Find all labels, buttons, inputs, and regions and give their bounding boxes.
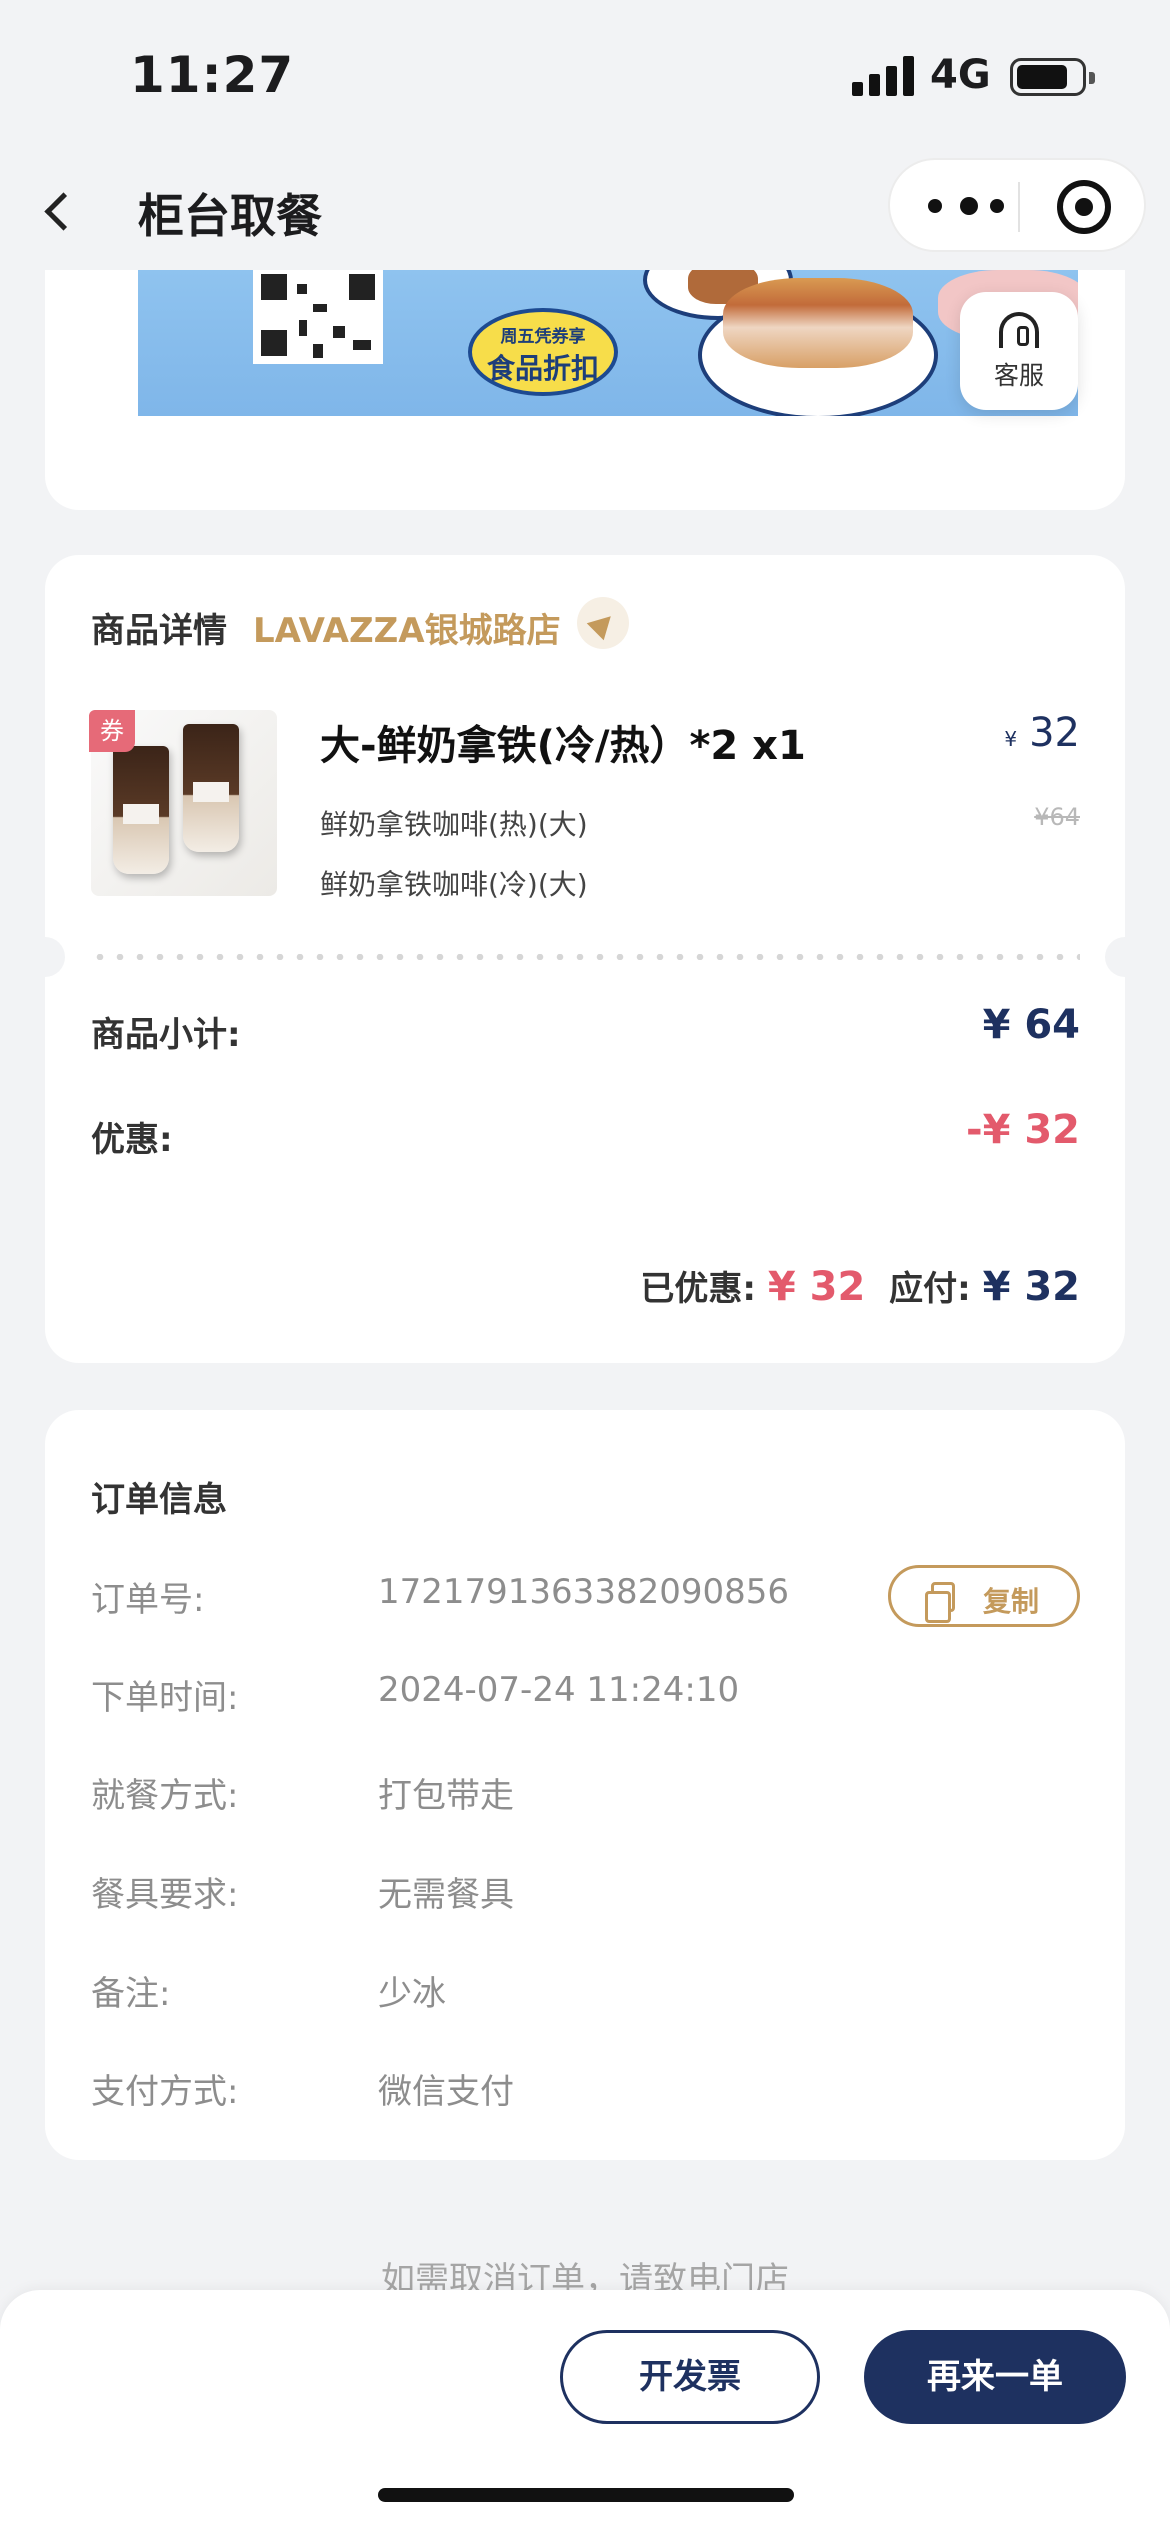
network-type: 4G [930, 52, 991, 98]
promo-badge-big-text: 食品折扣 [486, 352, 599, 385]
saved-value: ¥ 32 [767, 1264, 866, 1310]
cellular-signal-icon [852, 56, 916, 96]
qr-code-image [253, 270, 383, 364]
product-name: 大-鲜奶拿铁(冷/热）*2 x1 [320, 723, 806, 769]
reorder-button[interactable]: 再来一单 [864, 2330, 1126, 2424]
home-indicator [378, 2488, 794, 2502]
product-price: ¥32 [1004, 710, 1080, 756]
subtotal-label: 商品小计: [91, 1015, 241, 1055]
page-title: 柜台取餐 [138, 189, 322, 243]
capsule-divider [1018, 182, 1020, 232]
close-miniprogram-icon[interactable] [1057, 180, 1111, 234]
navigate-icon[interactable] [577, 597, 629, 649]
nav-bar: 柜台取餐 [0, 150, 1170, 270]
battery-icon [1010, 58, 1095, 96]
promo-badge: 周五凭券享 食品折扣 [468, 308, 618, 396]
ticket-notch-right [1105, 937, 1145, 977]
order-info-title: 订单信息 [91, 1480, 227, 1520]
store-name[interactable]: LAVAZZA银城路店 [253, 603, 561, 652]
croissant-sandwich-image [723, 278, 913, 368]
remark-value: 少冰 [378, 1974, 446, 2014]
status-bar: 11:27 4G [0, 0, 1170, 150]
order-number-label: 订单号: [91, 1580, 205, 1620]
payable-label: 应付: [889, 1269, 971, 1309]
order-number-value: 1721791363382090856 [378, 1572, 790, 1612]
ticket-notch-left [25, 937, 65, 977]
saved-label: 已优惠: [640, 1269, 757, 1309]
copy-label: 复制 [983, 1585, 1040, 1618]
copy-order-number-button[interactable]: 复制 [888, 1565, 1080, 1627]
remark-label: 备注: [91, 1974, 171, 2014]
customer-service-label: 客服 [993, 361, 1044, 390]
status-time: 11:27 [130, 46, 295, 104]
dining-method-value: 打包带走 [378, 1776, 514, 1816]
product-option: 鲜奶拿铁咖啡(冷)(大) [320, 868, 588, 901]
headset-icon [999, 312, 1039, 348]
dotted-divider [90, 954, 1080, 960]
back-arrow-icon[interactable] [40, 190, 80, 230]
subtotal-value: ¥ 64 [982, 1002, 1080, 1048]
discount-label: 优惠: [91, 1120, 173, 1160]
mini-program-capsule [888, 158, 1146, 252]
order-info-card: 订单信息 订单号: 1721791363382090856 复制 下单时间: 2… [45, 1410, 1125, 2160]
cutlery-value: 无需餐具 [378, 1875, 514, 1915]
dining-method-label: 就餐方式: [91, 1776, 239, 1816]
more-icon[interactable] [928, 190, 1008, 224]
currency-symbol: ¥ [1004, 727, 1018, 751]
customer-service-button[interactable]: 客服 [960, 292, 1078, 410]
product-details-card: 商品详情 LAVAZZA银城路店 券 大-鲜奶拿铁(冷/热）*2 x1 ¥32 … [25, 555, 1145, 1363]
payable-value: ¥ 32 [982, 1264, 1080, 1310]
promo-badge-small-text: 周五凭券享 [500, 327, 586, 347]
copy-icon [925, 1582, 955, 1623]
product-price-value: 32 [1029, 710, 1080, 756]
order-time-label: 下单时间: [91, 1678, 239, 1718]
product-option: 鲜奶拿铁咖啡(热)(大) [320, 808, 588, 841]
coupon-tag: 券 [89, 710, 135, 752]
payment-method-label: 支付方式: [91, 2072, 239, 2112]
invoice-button[interactable]: 开发票 [560, 2330, 820, 2424]
payment-summary: 已优惠: ¥ 32 应付: ¥ 32 [640, 1261, 1080, 1310]
cutlery-label: 餐具要求: [91, 1875, 239, 1915]
payment-method-value: 微信支付 [378, 2072, 514, 2112]
coffee-cup-image [183, 724, 239, 852]
coffee-cup-image [113, 746, 169, 874]
promo-banner[interactable]: 周五凭券享 食品折扣 [138, 270, 1078, 416]
product-section-title: 商品详情 [91, 611, 227, 651]
order-time-value: 2024-07-24 11:24:10 [378, 1670, 740, 1710]
discount-value: -¥ 32 [965, 1107, 1080, 1153]
original-price: ¥64 [1034, 803, 1080, 831]
